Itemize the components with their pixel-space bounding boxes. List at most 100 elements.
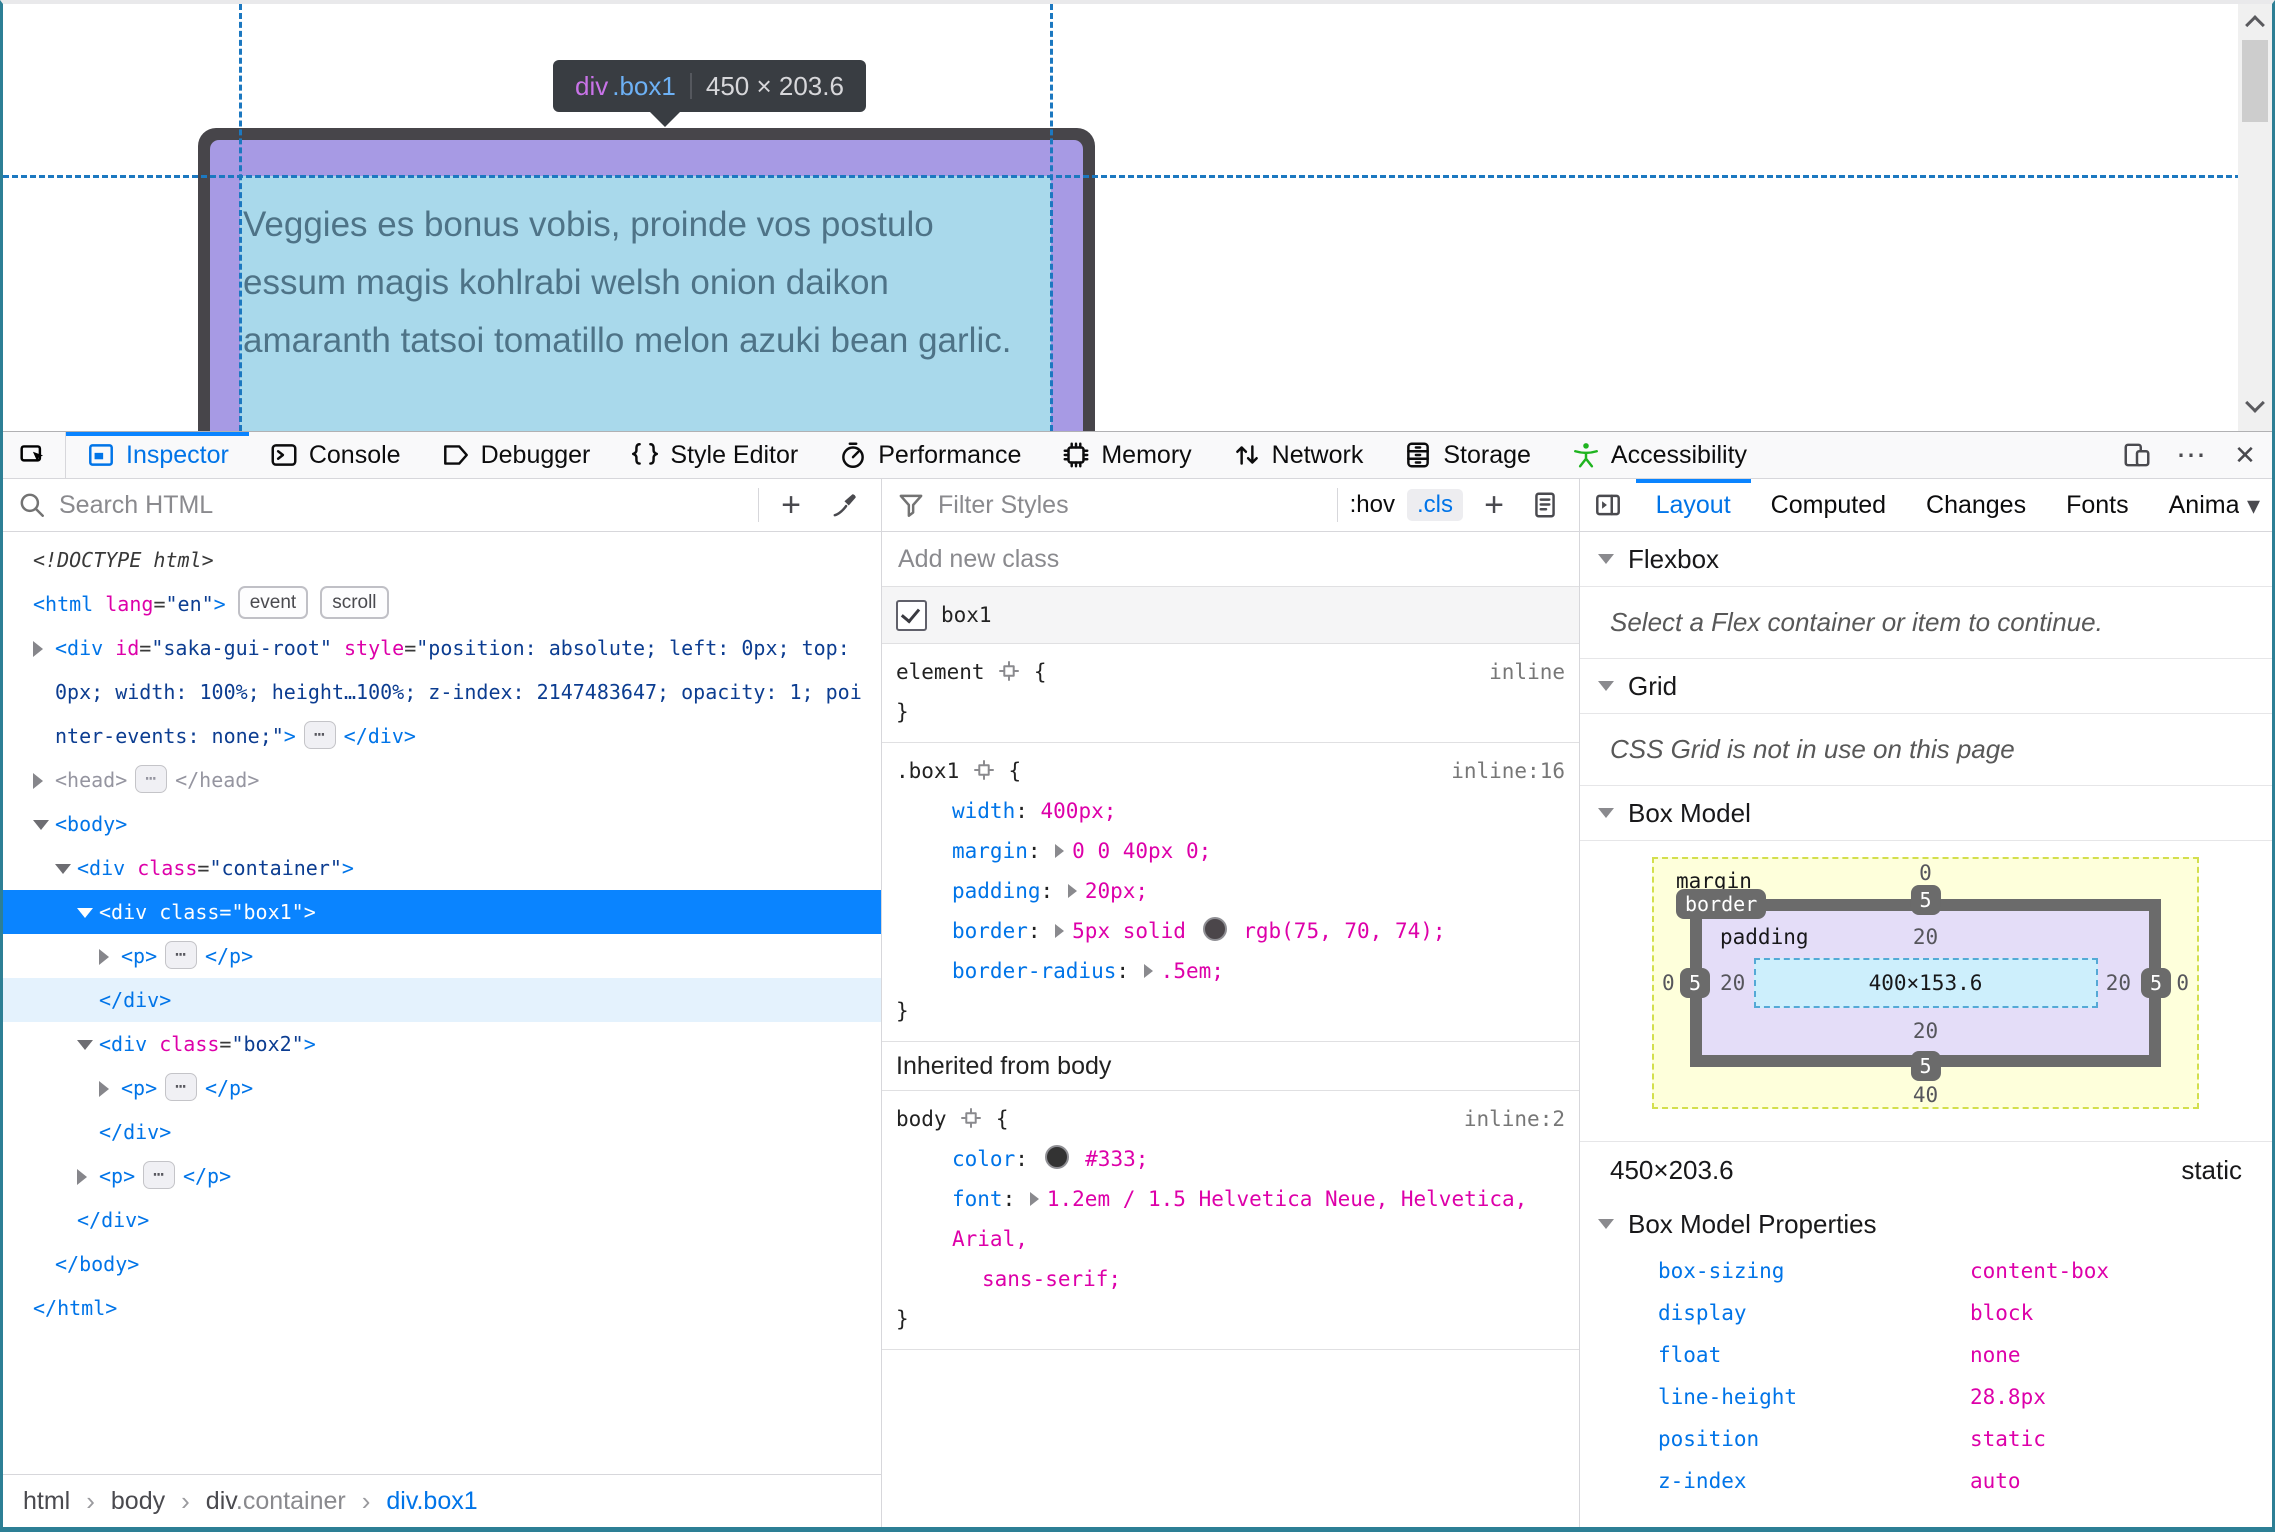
markup-tree-row[interactable]: <head> ⋯ </head>	[3, 758, 881, 802]
search-input[interactable]: Search HTML	[59, 491, 746, 520]
toggle-classes-button[interactable]: .cls	[1407, 489, 1463, 521]
border-right-value[interactable]: 5	[2140, 968, 2171, 998]
markup-tree-row[interactable]: <div class="box2">	[3, 1022, 881, 1066]
markup-tree-row[interactable]: <p> ⋯ </p>	[3, 1066, 881, 1110]
border-bottom-value[interactable]: 5	[1910, 1051, 1941, 1081]
markup-search-bar[interactable]: Search HTML +	[3, 479, 881, 532]
expand-shorthand-icon[interactable]	[1055, 844, 1065, 858]
property-value[interactable]: sans-serif;	[982, 1267, 1121, 1291]
expand-shorthand-icon[interactable]	[1055, 924, 1065, 938]
collapse-twisty-icon[interactable]	[1598, 554, 1614, 564]
property-value[interactable]: rgb(75, 70, 74);	[1231, 919, 1445, 943]
property-name[interactable]: border-radius	[952, 959, 1116, 983]
property-name[interactable]: box-sizing	[1658, 1250, 1970, 1292]
border-left-value[interactable]: 5	[1680, 968, 1711, 998]
markup-tree-row[interactable]: </html>	[3, 1286, 881, 1330]
property-name[interactable]: z-index	[1658, 1460, 1970, 1502]
expand-twisty-icon[interactable]	[77, 1169, 87, 1185]
markup-tree-row[interactable]: </div>	[3, 1110, 881, 1154]
tab-network[interactable]: Network	[1212, 432, 1384, 478]
markup-tree-row[interactable]: </div>	[3, 1198, 881, 1242]
css-declaration[interactable]: padding: 20px;	[896, 871, 1565, 911]
sidebar-tab-layout[interactable]: Layout	[1635, 479, 1751, 531]
margin-left-value[interactable]: 0	[1662, 971, 1675, 995]
highlight-selector-icon[interactable]	[947, 1107, 996, 1131]
class-checkbox[interactable]	[896, 599, 927, 631]
collapse-twisty-icon[interactable]	[1598, 1219, 1614, 1229]
tab-console[interactable]: Console	[249, 432, 421, 478]
padding-right-value[interactable]: 20	[2106, 971, 2131, 995]
property-value[interactable]: 0 0 40px 0;	[1072, 839, 1211, 863]
collapse-twisty-icon[interactable]	[1598, 681, 1614, 691]
tab-debugger[interactable]: Debugger	[421, 432, 611, 478]
markup-tree-row[interactable]: </body>	[3, 1242, 881, 1286]
expand-twisty-icon[interactable]	[99, 949, 109, 965]
collapse-twisty-icon[interactable]	[77, 1040, 93, 1050]
grid-section-header[interactable]: Grid	[1580, 659, 2272, 714]
property-name[interactable]: position	[1658, 1418, 1970, 1460]
padding-left-value[interactable]: 20	[1720, 971, 1745, 995]
stylesheet-source-link[interactable]: inline:2	[1464, 1099, 1565, 1139]
sidebar-tab-computed[interactable]: Computed	[1751, 479, 1906, 531]
property-value[interactable]: 20px;	[1085, 879, 1148, 903]
css-declaration[interactable]: font: 1.2em / 1.5 Helvetica Neue, Helvet…	[896, 1179, 1565, 1299]
markup-tree-row[interactable]: <div id="saka-gui-root" style="position:…	[3, 626, 881, 758]
sidebar-tab-changes[interactable]: Changes	[1906, 479, 2046, 531]
expand-shorthand-icon[interactable]	[1067, 884, 1077, 898]
color-swatch[interactable]	[1202, 917, 1227, 941]
ellipsis-badge[interactable]: ⋯	[143, 1161, 175, 1189]
filter-styles-input[interactable]: Filter Styles	[938, 491, 1325, 520]
rule-selector[interactable]: body	[896, 1107, 947, 1131]
expand-twisty-icon[interactable]	[33, 641, 43, 657]
property-name[interactable]: display	[1658, 1292, 1970, 1334]
collapse-twisty-icon[interactable]	[1598, 808, 1614, 818]
margin-right-value[interactable]: 0	[2176, 971, 2189, 995]
markup-tree-row[interactable]: <p> ⋯ </p>	[3, 1154, 881, 1198]
highlight-selector-icon[interactable]	[959, 759, 1008, 783]
ellipsis-badge[interactable]: ⋯	[165, 1073, 197, 1101]
property-value[interactable]: 5px solid	[1072, 919, 1198, 943]
add-new-class-input[interactable]: Add new class	[882, 532, 1579, 587]
padding-top-value[interactable]: 20	[1913, 925, 1938, 949]
markup-tree-row[interactable]: <!DOCTYPE html>	[3, 538, 881, 582]
rules-filter-bar[interactable]: Filter Styles :hov .cls +	[882, 479, 1579, 532]
expand-shorthand-icon[interactable]	[1143, 964, 1153, 978]
collapse-twisty-icon[interactable]	[77, 908, 93, 918]
property-name[interactable]: line-height	[1658, 1376, 1970, 1418]
property-name[interactable]: font	[952, 1187, 1003, 1211]
tab-style-editor[interactable]: Style Editor	[610, 432, 818, 478]
flexbox-section-header[interactable]: Flexbox	[1580, 532, 2272, 587]
pick-element-button[interactable]	[3, 432, 66, 478]
highlight-selector-icon[interactable]	[985, 660, 1034, 684]
responsive-design-mode-button[interactable]	[2110, 432, 2164, 478]
ellipsis-badge[interactable]: ⋯	[303, 721, 336, 749]
expand-sidebar-button[interactable]	[1580, 490, 1636, 520]
box-model-content-box[interactable]: 400×153.6	[1753, 958, 2098, 1008]
css-declaration[interactable]: margin: 0 0 40px 0;	[896, 831, 1565, 871]
ellipsis-badge[interactable]: ⋯	[165, 941, 197, 969]
rule-selector[interactable]: element	[896, 660, 985, 684]
add-rule-button[interactable]: +	[1475, 486, 1513, 525]
eyedropper-button[interactable]	[823, 490, 867, 520]
stylesheet-source-link[interactable]: inline	[1489, 652, 1565, 692]
box-model-section-header[interactable]: Box Model	[1580, 786, 2272, 841]
breadcrumb-item-div[interactable]: div.container	[206, 1487, 346, 1516]
scrollbar-thumb[interactable]	[2242, 40, 2268, 122]
collapse-twisty-icon[interactable]	[33, 820, 49, 830]
tab-performance[interactable]: Performance	[818, 432, 1041, 478]
markup-tree-row[interactable]: <p> ⋯ </p>	[3, 934, 881, 978]
tab-inspector[interactable]: Inspector	[66, 432, 249, 478]
css-declaration[interactable]: width: 400px;	[896, 791, 1565, 831]
property-value[interactable]: #333;	[1073, 1147, 1148, 1171]
property-name[interactable]: width	[952, 799, 1015, 823]
tab-memory[interactable]: Memory	[1041, 432, 1211, 478]
all-tabs-menu-button[interactable]: ▾	[2238, 479, 2268, 531]
css-declaration[interactable]: color: #333;	[896, 1139, 1565, 1179]
event-badge[interactable]: scroll	[320, 586, 389, 619]
css-declaration[interactable]: border-radius: .5em;	[896, 951, 1565, 991]
class-toggle-row[interactable]: box1	[882, 587, 1579, 644]
markup-tree-row[interactable]: <html lang="en"> event scroll	[3, 582, 881, 626]
box-model-margin-layer[interactable]: margin border padding 400×153.6 0 5 20 2…	[1652, 857, 2199, 1109]
collapse-twisty-icon[interactable]	[55, 864, 71, 874]
scroll-up-icon[interactable]	[2245, 15, 2265, 35]
